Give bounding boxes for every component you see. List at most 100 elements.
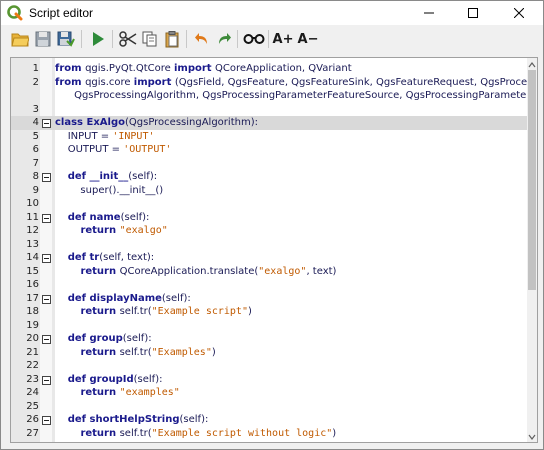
scroll-up-arrow[interactable] bbox=[527, 58, 537, 70]
scissors-icon bbox=[119, 31, 137, 47]
line-number: 19 bbox=[26, 319, 39, 331]
code-line[interactable]: 21 return self.tr("Examples") bbox=[11, 346, 527, 360]
code-line[interactable]: 5 INPUT = 'INPUT' bbox=[11, 130, 527, 144]
code-line[interactable]: 18 return self.tr("Example script") bbox=[11, 305, 527, 319]
code-token: import bbox=[133, 76, 175, 88]
code-line[interactable]: 25 bbox=[11, 400, 527, 414]
code-line[interactable]: 15 return QCoreApplication.translate("ex… bbox=[11, 265, 527, 279]
code-line[interactable]: 16 bbox=[11, 278, 527, 292]
code-line[interactable]: QgsProcessingAlgorithm, QgsProcessingPar… bbox=[11, 89, 537, 103]
redo-button[interactable] bbox=[213, 28, 235, 50]
play-icon bbox=[93, 32, 104, 46]
open-script-button[interactable] bbox=[9, 28, 31, 50]
code-token: "Example script without logic" bbox=[151, 427, 333, 439]
code-line[interactable]: 7 bbox=[11, 157, 527, 171]
fold-toggle-icon[interactable] bbox=[42, 294, 51, 304]
fold-toggle-icon[interactable] bbox=[42, 335, 51, 344]
increase-font-button[interactable]: A+ bbox=[271, 28, 295, 50]
fold-toggle-icon[interactable] bbox=[42, 213, 51, 223]
toolbar-separator bbox=[186, 30, 187, 48]
code-editor[interactable]: 1 from qgis.PyQt.QtCore import QCoreAppli… bbox=[10, 57, 538, 443]
save-as-button[interactable] bbox=[55, 28, 77, 50]
code-text: OUTPUT = 'OUTPUT' bbox=[55, 143, 172, 157]
minimize-button[interactable] bbox=[407, 1, 451, 25]
toolbar-separator bbox=[268, 30, 269, 48]
code-token: name bbox=[89, 211, 121, 223]
run-script-button[interactable] bbox=[87, 28, 109, 50]
fold-toggle-icon[interactable] bbox=[42, 173, 51, 182]
code-token: (self): bbox=[122, 333, 152, 344]
code-line[interactable]: 19 bbox=[11, 319, 527, 333]
save-script-button[interactable] bbox=[32, 28, 54, 50]
code-line[interactable]: 26 def shortHelpString(self): bbox=[11, 413, 527, 427]
code-line[interactable]: 28 bbox=[11, 440, 527, 442]
cut-button[interactable] bbox=[117, 28, 139, 50]
find-replace-button[interactable] bbox=[242, 28, 266, 50]
toolbar: A+ A− bbox=[1, 25, 543, 53]
copy-button[interactable] bbox=[139, 28, 161, 50]
line-number: 16 bbox=[26, 279, 39, 290]
fold-toggle-icon[interactable] bbox=[42, 416, 51, 425]
fold-toggle-icon[interactable] bbox=[42, 375, 51, 385]
code-text: def __init__(self): bbox=[55, 170, 157, 184]
code-token: (self): bbox=[128, 171, 158, 182]
scroll-thumb[interactable] bbox=[528, 70, 536, 290]
line-number: 23 bbox=[26, 373, 39, 385]
code-line[interactable]: 20 def group(self): bbox=[11, 332, 527, 346]
code-line[interactable]: 22 bbox=[11, 359, 527, 373]
paste-button[interactable] bbox=[161, 28, 183, 50]
save-icon bbox=[35, 31, 51, 47]
decrease-font-button[interactable]: A− bbox=[296, 28, 320, 50]
code-line[interactable]: 3 bbox=[11, 103, 527, 117]
fold-toggle-icon[interactable] bbox=[42, 119, 51, 128]
code-token: shortHelpString bbox=[89, 414, 180, 425]
code-line[interactable]: 27 return self.tr("Example script withou… bbox=[11, 427, 527, 441]
vertical-scrollbar[interactable] bbox=[527, 58, 537, 442]
code-line[interactable]: 9 super().__init__() bbox=[11, 184, 527, 198]
code-line[interactable]: 11 def name(self): bbox=[11, 211, 527, 225]
code-line[interactable]: 24 return "examples" bbox=[11, 386, 527, 400]
code-token: def bbox=[67, 252, 90, 263]
maximize-button[interactable] bbox=[451, 1, 495, 25]
undo-button[interactable] bbox=[191, 28, 213, 50]
code-line[interactable]: 2 from qgis.core import (QgsField, QgsFea… bbox=[11, 76, 537, 90]
code-line[interactable]: 14 def tr(self, text): bbox=[11, 251, 527, 265]
fold-toggle-icon[interactable] bbox=[42, 254, 51, 263]
code-token: return bbox=[80, 427, 120, 439]
scroll-down-arrow[interactable] bbox=[527, 430, 537, 442]
code-line[interactable]: 12 return "exalgo" bbox=[11, 224, 527, 238]
code-line[interactable]: 17 def displayName(self): bbox=[11, 292, 527, 306]
code-text: def displayName(self): bbox=[55, 292, 191, 306]
code-line[interactable]: 6 OUTPUT = 'OUTPUT' bbox=[11, 143, 527, 157]
code-text: def name(self): bbox=[55, 211, 150, 225]
toolbar-separator bbox=[81, 30, 82, 48]
code-text: def shortHelpString(self): bbox=[55, 413, 209, 427]
code-token: QCoreApplication.translate( bbox=[119, 265, 259, 277]
code-line[interactable]: 13 bbox=[11, 238, 527, 252]
window-title: Script editor bbox=[29, 6, 94, 20]
code-token: group bbox=[89, 333, 123, 344]
close-button[interactable] bbox=[497, 1, 541, 25]
code-token: def bbox=[67, 171, 90, 182]
chevron-down-icon bbox=[528, 434, 536, 440]
code-text: return self.tr("Examples") bbox=[55, 346, 215, 360]
line-number: 5 bbox=[32, 130, 39, 142]
code-line[interactable]: 8 def __init__(self): bbox=[11, 170, 527, 184]
title-bar[interactable]: Script editor bbox=[1, 1, 543, 25]
code-text: return "examples" bbox=[55, 386, 179, 400]
code-token: "Example script" bbox=[151, 306, 248, 317]
code-line[interactable]: 4 class ExAlgo(QgsProcessingAlgorithm): bbox=[11, 116, 527, 130]
code-line[interactable]: 10 bbox=[11, 197, 527, 211]
line-number: 24 bbox=[26, 387, 39, 398]
code-line[interactable]: 23 def groupId(self): bbox=[11, 373, 527, 387]
code-token: OUTPUT = bbox=[55, 144, 124, 155]
code-line[interactable]: 1 from qgis.PyQt.QtCore import QCoreAppli… bbox=[11, 62, 527, 76]
line-number: 22 bbox=[26, 360, 39, 371]
code-token: return bbox=[80, 265, 120, 277]
